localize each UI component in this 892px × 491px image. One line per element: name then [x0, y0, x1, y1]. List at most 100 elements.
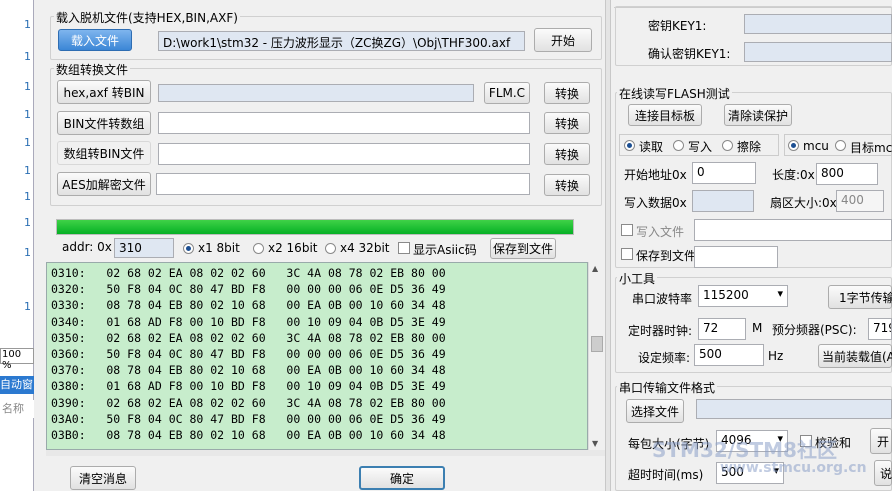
radio-8bit[interactable]: [183, 243, 194, 254]
array-to-bin-path[interactable]: [158, 143, 530, 165]
flash-test-group-title: 在线读写FLASH测试: [617, 85, 732, 102]
sector-size-input[interactable]: 400: [836, 190, 884, 212]
hex-line: 0320: 50 F8 04 0C 80 47 BD F8 00 00 00 0…: [51, 282, 446, 297]
line-number: 1: [24, 300, 31, 313]
aes-file-path[interactable]: [156, 173, 530, 195]
radio-mcu[interactable]: [788, 140, 799, 151]
hex-to-bin-button[interactable]: hex,axf 转BIN: [57, 80, 151, 104]
bin-to-array-button[interactable]: BIN文件转数组: [57, 111, 151, 135]
start-addr-input[interactable]: 0: [692, 162, 756, 184]
tools-group-title: 小工具: [617, 270, 658, 287]
confirm-key-input[interactable]: [744, 42, 892, 62]
save-file-checkbox[interactable]: [621, 248, 633, 260]
hex-line: 03B0: 08 78 04 EB 80 02 10 68 00 EA 0B 0…: [51, 428, 446, 443]
panel-divider[interactable]: [605, 0, 611, 491]
line-number: 1: [24, 50, 31, 63]
load-value-button[interactable]: 当前装载值(A: [818, 344, 892, 368]
hex-line: 0380: 01 68 AD F8 00 10 BD F8 00 10 09 0…: [51, 379, 446, 394]
baud-label: 串口波特率: [632, 292, 693, 306]
radio-16bit-label: x2 16bit: [268, 241, 318, 255]
line-number: 1: [24, 80, 31, 93]
write-file-checkbox[interactable]: [621, 224, 633, 236]
line-number: 1: [24, 190, 31, 203]
watermark-title: STM32/STM8社区: [652, 438, 837, 462]
hex-hscroll[interactable]: [46, 450, 605, 456]
hex-line: 0360: 50 F8 04 0C 80 47 BD F8 00 00 00 0…: [51, 347, 446, 362]
auto-window-tab[interactable]: 自动窗: [0, 376, 34, 394]
line-number: 1: [24, 108, 31, 121]
scroll-down-arrow-icon[interactable]: ▼: [592, 439, 598, 448]
background-window-strip: 1 1 1 1 1 1 1 1 1 1 100 % 自动窗 名称: [0, 0, 34, 491]
radio-read-label: 读取: [639, 140, 664, 154]
line-number: 1: [24, 216, 31, 229]
write-data-input[interactable]: [692, 190, 754, 212]
connect-target-button[interactable]: 连接目标板: [628, 104, 702, 126]
addr-label: addr: 0x: [62, 240, 112, 254]
hex-line: 0350: 02 68 02 EA 08 02 02 60 3C 4A 08 7…: [51, 330, 446, 345]
timer-clock-label: 定时器时钟:: [628, 324, 693, 338]
extra-button[interactable]: 说: [874, 460, 892, 486]
write-file-path[interactable]: [694, 219, 892, 241]
prescaler-label: 预分频器(PSC):: [772, 323, 857, 337]
load-file-button[interactable]: 载入文件: [58, 29, 132, 51]
prescaler-input[interactable]: 719: [868, 318, 892, 340]
length-input[interactable]: 800: [816, 163, 878, 185]
key-label: 密钥KEY1:: [648, 19, 707, 33]
show-ascii-checkbox[interactable]: [398, 242, 410, 254]
write-file-label: 写入文件: [636, 225, 685, 239]
radio-read[interactable]: [624, 140, 635, 151]
hex-view[interactable]: 0310: 02 68 02 EA 08 02 02 60 3C 4A 08 7…: [46, 262, 588, 450]
timer-clock-input[interactable]: 72: [698, 318, 746, 340]
write-data-label: 写入数据0x: [624, 196, 687, 210]
clear-read-protect-button[interactable]: 清除读保护: [724, 104, 792, 126]
freq-label: 设定频率:: [638, 351, 691, 365]
show-ascii-label: 显示Asiic码: [413, 243, 477, 257]
save-file-path[interactable]: [694, 246, 778, 268]
convert-button-1[interactable]: 转换: [544, 82, 590, 104]
radio-target-label: 目标mc: [850, 141, 892, 155]
serial-file-path[interactable]: [696, 399, 892, 419]
array-to-bin-button[interactable]: 数组转BIN文件: [57, 141, 151, 165]
watermark-url: www.stmcu.org.cn: [720, 460, 867, 476]
hex-to-bin-path[interactable]: [158, 84, 474, 102]
freq-input[interactable]: 500: [694, 344, 764, 366]
radio-mcu-label: mcu: [803, 139, 829, 153]
flm-c-button[interactable]: FLM.C: [484, 82, 530, 104]
scroll-up-arrow-icon[interactable]: ▲: [592, 264, 598, 273]
start-button[interactable]: 开始: [534, 28, 592, 52]
hex-line: 0370: 08 78 04 EB 80 02 10 68 00 EA 0B 0…: [51, 363, 446, 378]
convert-button-2[interactable]: 转换: [544, 112, 590, 134]
zoom-field[interactable]: 100 %: [0, 348, 34, 371]
baud-select[interactable]: 115200: [698, 285, 788, 307]
scroll-thumb[interactable]: [591, 336, 603, 352]
ok-button[interactable]: 确定: [359, 466, 445, 490]
radio-32bit[interactable]: [325, 243, 336, 254]
open-button[interactable]: 开: [870, 428, 892, 454]
addr-input[interactable]: 310: [114, 238, 174, 258]
bin-to-array-path[interactable]: [158, 112, 530, 134]
save-file-label: 保存到文件: [636, 249, 697, 263]
hex-scrollbar[interactable]: ▲ ▼: [588, 262, 605, 450]
clear-messages-button[interactable]: 清空消息: [70, 466, 136, 490]
name-field[interactable]: 名称: [2, 400, 34, 418]
convert-button-4[interactable]: 转换: [544, 174, 590, 196]
byte-transfer-button[interactable]: 1字节传输: [828, 285, 892, 309]
file-path-field[interactable]: D:\work1\stm32 - 压力波形显示（ZC换ZG）\Obj\THF30…: [158, 31, 525, 51]
radio-32bit-label: x4 32bit: [340, 241, 390, 255]
radio-write[interactable]: [673, 140, 684, 151]
confirm-key-label: 确认密钥KEY1:: [648, 47, 731, 61]
radio-erase[interactable]: [722, 140, 733, 151]
timeout-label: 超时时间(ms): [628, 468, 704, 482]
hex-line: 03A0: 50 F8 04 0C 80 47 BD F8 00 00 00 0…: [51, 411, 446, 426]
convert-button-3[interactable]: 转换: [544, 143, 590, 165]
load-file-group-title: 载入脱机文件(支持HEX,BIN,AXF): [54, 9, 240, 26]
line-number: 1: [24, 246, 31, 259]
aes-encrypt-button[interactable]: AES加解密文件: [57, 172, 151, 196]
radio-target[interactable]: [835, 140, 846, 151]
hex-line: 0390: 02 68 02 EA 08 02 02 60 3C 4A 08 7…: [51, 395, 446, 410]
select-file-button[interactable]: 选择文件: [626, 399, 684, 423]
radio-16bit[interactable]: [253, 243, 264, 254]
radio-write-label: 写入: [688, 140, 713, 154]
save-to-file-button[interactable]: 保存到文件: [490, 238, 556, 259]
key-input[interactable]: [744, 14, 892, 34]
